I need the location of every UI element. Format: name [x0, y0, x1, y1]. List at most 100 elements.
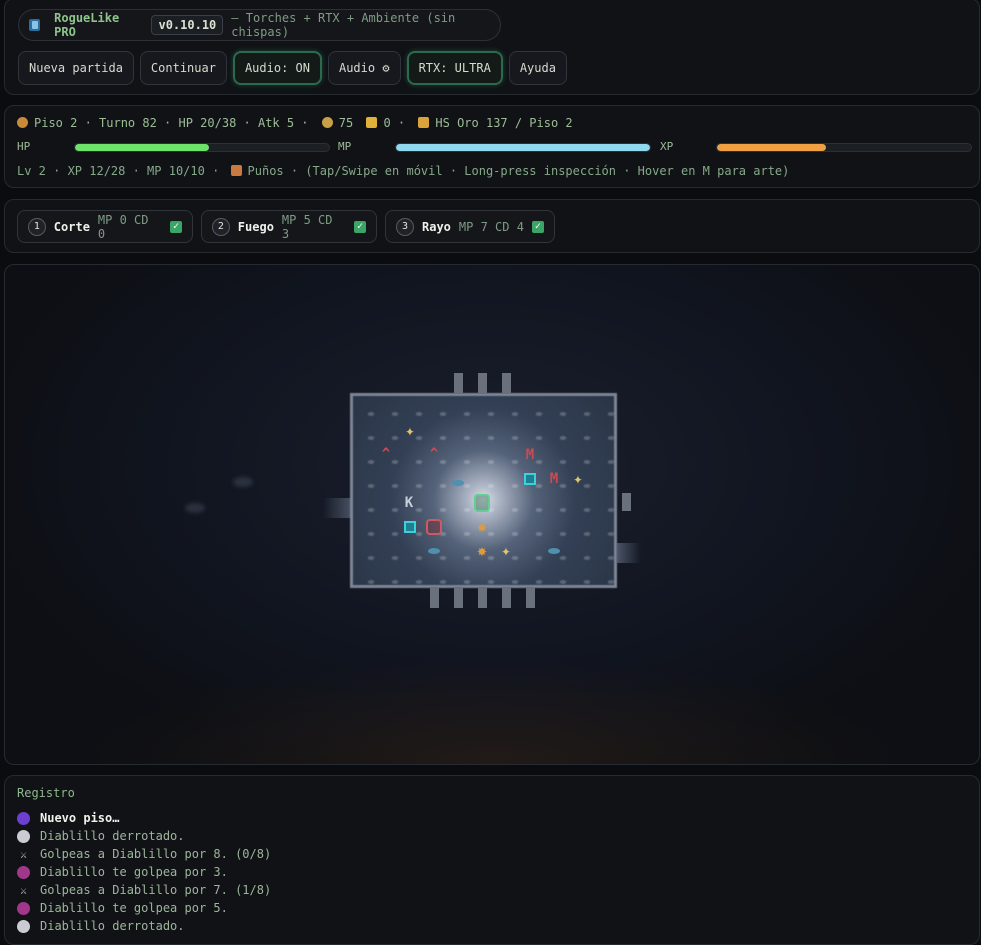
swords-icon: ⚔ [20, 883, 27, 897]
log-title: Registro [17, 786, 75, 800]
app-subtitle: — Torches + RTX + Ambiente (sin chispas) [231, 11, 456, 39]
ready-check-icon: ✓ [531, 220, 544, 233]
floor-blob-icon [452, 480, 464, 486]
game-canvas[interactable]: ✦ ^ ^ M M ✦ K ✸ ✸ ✦ [4, 264, 980, 765]
skill-hotkey: 3 [396, 217, 414, 236]
wall-post [430, 588, 439, 608]
title-bar: RogueLike PRO v0.10.10 — Torches + RTX +… [18, 9, 501, 41]
fire-icon[interactable]: ✸ [477, 543, 487, 559]
help-button[interactable]: Ayuda [508, 51, 567, 85]
audio-toggle-button[interactable]: Audio: ON [232, 51, 322, 85]
log-panel: Registro Nuevo piso… Diablillo derrotado… [4, 775, 980, 945]
continue-button[interactable]: Continuar [139, 51, 227, 85]
fog-patch [185, 503, 205, 513]
treasure-star-icon[interactable]: ✦ [573, 471, 583, 487]
wall-post [478, 588, 487, 608]
skill-cost: MP 7 CD 4 [458, 219, 524, 234]
rtx-toggle-button[interactable]: RTX: ULTRA [406, 51, 503, 85]
log-entry-text: Golpeas a Diablillo por 8. (0/8) [40, 847, 272, 861]
compass-icon [17, 117, 28, 128]
map-icon [29, 19, 41, 31]
skill-cost: MP 5 CD 3 [281, 212, 333, 241]
skills-panel: 1 Corte MP 0 CD 0 ✓ 2 Fuego MP 5 CD 3 ✓ … [4, 199, 980, 253]
skill-hotkey: 2 [212, 217, 230, 236]
log-entry-text: Diablillo derrotado. [40, 829, 185, 843]
log-entry: ⚔ Golpeas a Diablillo por 7. (1/8) [17, 881, 271, 899]
log-list: Nuevo piso… Diablillo derrotado. ⚔ Golpea… [17, 809, 271, 935]
app-name: RogueLike PRO [54, 11, 120, 39]
log-entry: Diablillo te golpea por 5. [17, 899, 271, 917]
skill-cost: MP 0 CD 0 [97, 212, 149, 241]
mp-bar-fill [396, 144, 650, 151]
chest-icon[interactable] [404, 521, 416, 533]
level-text: Lv 2 · XP 12/28 · MP 10/10 · [17, 164, 220, 178]
chest-icon[interactable] [524, 473, 536, 485]
corridor-west [323, 498, 353, 518]
skill-slot-corte[interactable]: 1 Corte MP 0 CD 0 ✓ [17, 210, 193, 243]
wall-post [502, 373, 511, 393]
monster-marker[interactable]: M [550, 472, 558, 486]
skill-slot-rayo[interactable]: 3 Rayo MP 7 CD 4 ✓ [385, 210, 555, 243]
fire-icon[interactable]: ✸ [477, 519, 487, 535]
swords-icon: ⚔ [20, 847, 27, 861]
hp-bar-fill [75, 144, 209, 151]
highscore: HS Oro 137 / Piso 2 [435, 116, 573, 130]
wall-post [454, 373, 463, 393]
skill-name: Fuego [237, 219, 274, 234]
log-entry-text: Diablillo te golpea por 3. [40, 865, 228, 879]
stats-text: Piso 2 · Turno 82 · HP 20/38 · Atk 5 · [34, 116, 309, 130]
key-count: 0 · [383, 116, 406, 130]
wall-post [526, 588, 535, 608]
spiral-icon [17, 811, 30, 825]
log-entry: Diablillo derrotado. [17, 827, 271, 845]
wall-post [478, 373, 487, 393]
key-marker[interactable]: K [405, 496, 413, 510]
weapon-hint-text: Puños · (Tap/Swipe en móvil · Long-press… [247, 164, 790, 178]
floor-blob-icon [548, 548, 560, 554]
log-entry: ⚔ Golpeas a Diablillo por 8. (0/8) [17, 845, 271, 863]
skill-name: Corte [53, 219, 90, 234]
devil-icon [17, 901, 30, 915]
monster-marker[interactable]: M [526, 448, 534, 462]
log-entry-text: Golpeas a Diablillo por 7. (1/8) [40, 883, 272, 897]
dagger-icon [230, 165, 242, 176]
resource-bars: HP MP XP [17, 140, 972, 154]
log-entry: Nuevo piso… [17, 809, 271, 827]
ready-check-icon: ✓ [170, 220, 182, 233]
log-entry-text: Diablillo te golpea por 5. [40, 901, 228, 915]
key-icon [366, 117, 378, 128]
mp-label: MP [338, 140, 352, 153]
xp-bar [716, 143, 972, 152]
wall-post [502, 588, 511, 608]
new-game-button[interactable]: Nueva partida [18, 51, 134, 85]
log-entry-text: Diablillo derrotado. [40, 919, 185, 933]
trap-icon[interactable]: ^ [382, 447, 390, 461]
log-entry: Diablillo te golpea por 3. [17, 863, 271, 881]
version-badge: v0.10.10 [151, 15, 224, 35]
skill-hotkey: 1 [28, 217, 46, 236]
treasure-star-icon[interactable]: ✦ [405, 423, 415, 439]
treasure-star-icon[interactable]: ✦ [501, 543, 511, 559]
fog-patch [233, 477, 253, 487]
enemy-imp-icon[interactable] [426, 519, 442, 535]
gold-count: 75 [338, 116, 354, 130]
xp-label: XP [660, 140, 674, 153]
log-entry: Diablillo derrotado. [17, 917, 271, 935]
skill-slot-fuego[interactable]: 2 Fuego MP 5 CD 3 ✓ [201, 210, 377, 243]
header-panel: RogueLike PRO v0.10.10 — Torches + RTX +… [4, 0, 980, 95]
door-east [622, 493, 631, 511]
stats-panel: Piso 2 · Turno 82 · HP 20/38 · Atk 5 · 7… [4, 105, 980, 188]
mp-bar [395, 143, 651, 152]
trap-icon[interactable]: ^ [430, 447, 438, 461]
devil-icon [17, 865, 30, 879]
skill-name: Rayo [422, 219, 451, 234]
player-icon[interactable] [474, 494, 490, 512]
toolbar: Nueva partida Continuar Audio: ON Audio … [18, 51, 567, 85]
xp-bar-fill [717, 144, 827, 151]
audio-settings-button[interactable]: Audio ⚙ [327, 51, 401, 85]
ready-check-icon: ✓ [354, 220, 366, 233]
skull-icon [17, 919, 30, 933]
wall-post [454, 588, 463, 608]
log-entry-text: Nuevo piso… [40, 811, 120, 825]
hp-bar [74, 143, 330, 152]
